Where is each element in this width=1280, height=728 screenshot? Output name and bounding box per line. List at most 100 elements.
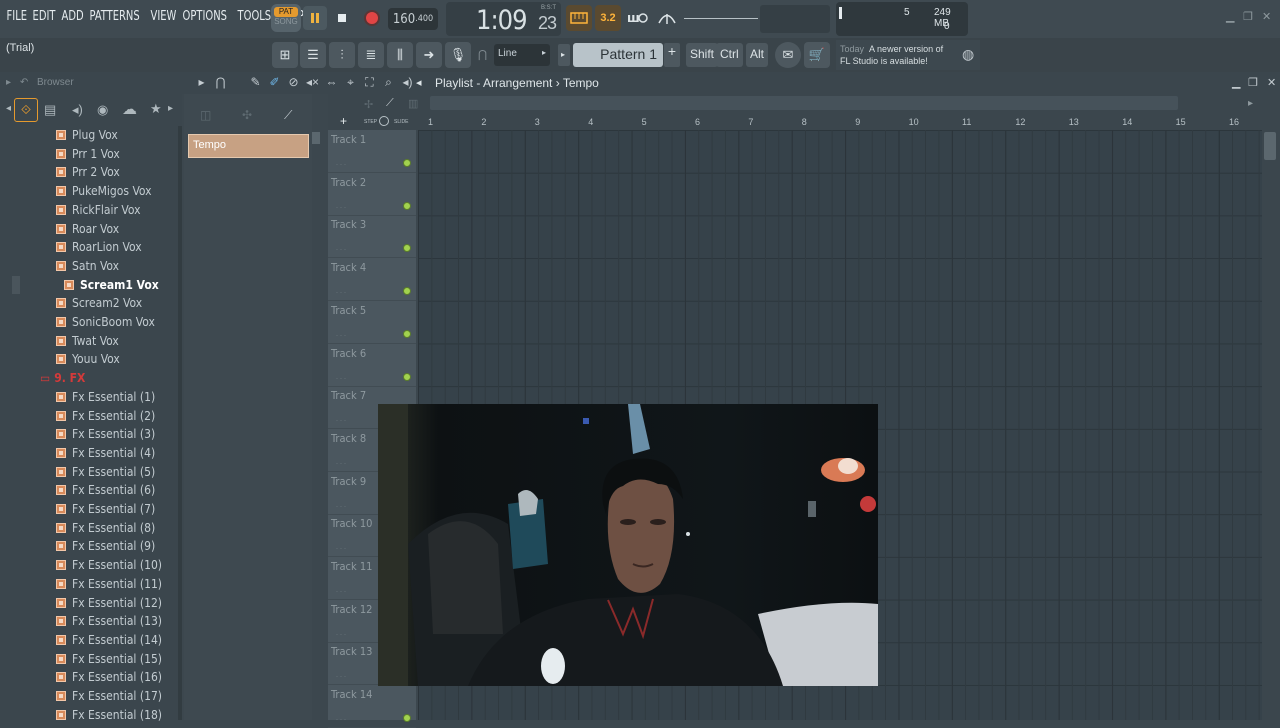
pat-song-toggle[interactable]: PAT SONG bbox=[271, 4, 301, 32]
tempo-clip[interactable]: Tempo bbox=[188, 134, 309, 158]
playback-icon[interactable]: ◂) bbox=[400, 75, 415, 90]
playlist-minimize-icon[interactable]: ▁ bbox=[1232, 76, 1240, 89]
feedback-button[interactable]: ✉ bbox=[775, 42, 801, 68]
track-grip-icon[interactable]: · · · bbox=[336, 289, 346, 297]
plugin-icon[interactable]: ◉ bbox=[97, 102, 108, 118]
track-grip-icon[interactable]: · · · bbox=[336, 375, 346, 383]
track-header[interactable]: Track 14 · · · bbox=[328, 685, 416, 728]
browser-item[interactable]: RoarLion Vox bbox=[56, 238, 142, 256]
browser-item[interactable]: Fx Essential (4) bbox=[56, 444, 155, 462]
piano-roll-button[interactable]: ⫶ bbox=[329, 42, 355, 68]
step-slide-toggle[interactable] bbox=[379, 116, 389, 126]
browser-scrollbar[interactable] bbox=[178, 126, 182, 720]
globe-icon[interactable]: ◍ bbox=[962, 46, 974, 63]
track-mute-led[interactable] bbox=[403, 287, 411, 296]
browser-item[interactable]: PukeMigos Vox bbox=[56, 182, 152, 200]
track-mute-led[interactable] bbox=[403, 372, 411, 381]
add-track-icon[interactable]: + bbox=[340, 114, 347, 128]
browser-item[interactable]: Fx Essential (11) bbox=[56, 575, 162, 593]
select-icon[interactable]: ⛶ bbox=[362, 75, 377, 90]
browser-item[interactable]: Fx Essential (16) bbox=[56, 668, 162, 686]
browser-item[interactable]: Fx Essential (14) bbox=[56, 631, 162, 649]
browser-item[interactable]: Fx Essential (1) bbox=[56, 388, 155, 406]
browser-item[interactable]: Fx Essential (18) bbox=[56, 706, 162, 724]
grid-icon[interactable]: ▥ bbox=[408, 97, 418, 110]
track-header[interactable]: Track 2 · · · bbox=[328, 173, 416, 216]
add-pattern-button[interactable]: + bbox=[664, 43, 680, 67]
browser-item[interactable]: Roar Vox bbox=[56, 220, 119, 238]
picker-left-icon[interactable]: ◫ bbox=[200, 108, 211, 122]
vertical-scroll-thumb[interactable] bbox=[1264, 132, 1276, 160]
menu-patterns[interactable]: PATTERNS bbox=[87, 9, 142, 24]
close-icon[interactable]: ✕ bbox=[1262, 10, 1271, 23]
browser-item[interactable]: Youu Vox bbox=[56, 350, 120, 368]
track-grip-icon[interactable]: · · · bbox=[336, 588, 346, 596]
zoom-icon[interactable]: ⌕ bbox=[381, 75, 396, 90]
browser-button[interactable]: ≣ bbox=[358, 42, 384, 68]
chevron-right-icon[interactable]: ▸ bbox=[168, 103, 173, 114]
picker-mid-icon[interactable]: ✣ bbox=[242, 108, 252, 122]
browser-item[interactable]: Satn Vox bbox=[56, 257, 119, 275]
cloud-icon[interactable]: ☁ bbox=[122, 100, 137, 118]
tempo-display[interactable]: 160.400 bbox=[388, 8, 438, 30]
track-grip-icon[interactable]: · · · bbox=[336, 716, 346, 724]
add-icon[interactable]: ✢ bbox=[364, 98, 373, 111]
track-mute-led[interactable] bbox=[403, 329, 411, 338]
track-grip-icon[interactable]: · · · bbox=[336, 246, 346, 254]
horizontal-scrollbar[interactable] bbox=[430, 96, 1178, 110]
back-icon[interactable]: ↶ bbox=[20, 77, 28, 88]
browser-item[interactable]: Fx Essential (2) bbox=[56, 407, 155, 425]
browser-item[interactable]: Prr 2 Vox bbox=[56, 163, 120, 181]
browser-item[interactable]: SonicBoom Vox bbox=[56, 313, 155, 331]
file-icon[interactable]: ▤ bbox=[44, 102, 56, 118]
track-grip-icon[interactable]: · · · bbox=[336, 631, 346, 639]
pattern-prev-button[interactable]: ▸ bbox=[558, 44, 570, 66]
track-header[interactable]: Track 4 · · · bbox=[328, 258, 416, 302]
browser-item[interactable]: Fx Essential (7) bbox=[56, 500, 155, 518]
speaker-icon[interactable]: ◂) bbox=[72, 102, 83, 118]
browser-item[interactable]: Fx Essential (13) bbox=[56, 612, 162, 630]
timeline-ruler[interactable]: 1 2 3 4 5 6 7 8 9 10 11 12 13 14 15 16 bbox=[418, 115, 1262, 130]
channel-rack-button[interactable]: ☰ bbox=[300, 42, 326, 68]
browser-item[interactable]: Plug Vox bbox=[56, 126, 118, 144]
record-button[interactable] bbox=[360, 6, 384, 30]
plugin-picker-button[interactable]: ➜ bbox=[416, 42, 442, 68]
scroll-right-icon[interactable]: ▸ bbox=[1248, 98, 1253, 109]
master-volume-slider[interactable] bbox=[684, 18, 758, 19]
track-header[interactable]: Track 3 · · · bbox=[328, 215, 416, 259]
playlist-close-icon[interactable]: ✕ bbox=[1267, 76, 1276, 89]
restore-icon[interactable]: ❐ bbox=[1243, 10, 1253, 23]
browser-folder[interactable]: ▭ 9. FX bbox=[40, 369, 85, 387]
track-grip-icon[interactable]: · · · bbox=[336, 332, 346, 340]
vertical-scrollbar[interactable] bbox=[1262, 130, 1280, 720]
track-grip-icon[interactable]: · · · bbox=[336, 545, 346, 553]
menu-edit[interactable]: EDIT bbox=[30, 9, 58, 24]
slice-icon[interactable]: ⌖ bbox=[343, 75, 358, 90]
metronome-button[interactable] bbox=[655, 6, 679, 30]
track-header[interactable]: Track 1 · · · bbox=[328, 130, 416, 173]
track-header[interactable]: Track 6 · · · bbox=[328, 344, 416, 387]
browser-item[interactable]: Scream1 Vox bbox=[64, 276, 159, 294]
browser-item[interactable]: Fx Essential (6) bbox=[56, 481, 155, 499]
magnet-icon[interactable]: ⋂ bbox=[478, 48, 487, 61]
menu-tools[interactable]: TOOLS bbox=[235, 9, 274, 24]
chevron-left-icon[interactable]: ◂ bbox=[6, 103, 11, 114]
track-mute-led[interactable] bbox=[403, 159, 411, 167]
news-panel[interactable]: Today A newer version of FL Studio is av… bbox=[836, 40, 980, 70]
browser-item[interactable]: Fx Essential (3) bbox=[56, 425, 155, 443]
track-mute-led[interactable] bbox=[403, 201, 411, 210]
slip-icon[interactable]: ⇔ bbox=[324, 75, 339, 90]
delete-icon[interactable]: ⊘ bbox=[286, 75, 301, 90]
menu-view[interactable]: VIEW bbox=[148, 9, 179, 24]
browser-item[interactable]: Twat Vox bbox=[56, 332, 119, 350]
collapse-icon[interactable]: ▸ bbox=[6, 77, 11, 88]
track-mute-led[interactable] bbox=[403, 244, 411, 253]
track-grip-icon[interactable]: · · · bbox=[336, 417, 346, 425]
browser-item[interactable]: Fx Essential (8) bbox=[56, 519, 155, 537]
browser-item[interactable]: Fx Essential (15) bbox=[56, 650, 162, 668]
ctrl-key-button[interactable]: Ctrl bbox=[716, 43, 743, 67]
browser-item[interactable]: Fx Essential (9) bbox=[56, 537, 155, 555]
pause-button[interactable] bbox=[303, 6, 327, 30]
browser-item[interactable]: Fx Essential (17) bbox=[56, 687, 162, 705]
track-mute-led[interactable] bbox=[403, 714, 411, 723]
